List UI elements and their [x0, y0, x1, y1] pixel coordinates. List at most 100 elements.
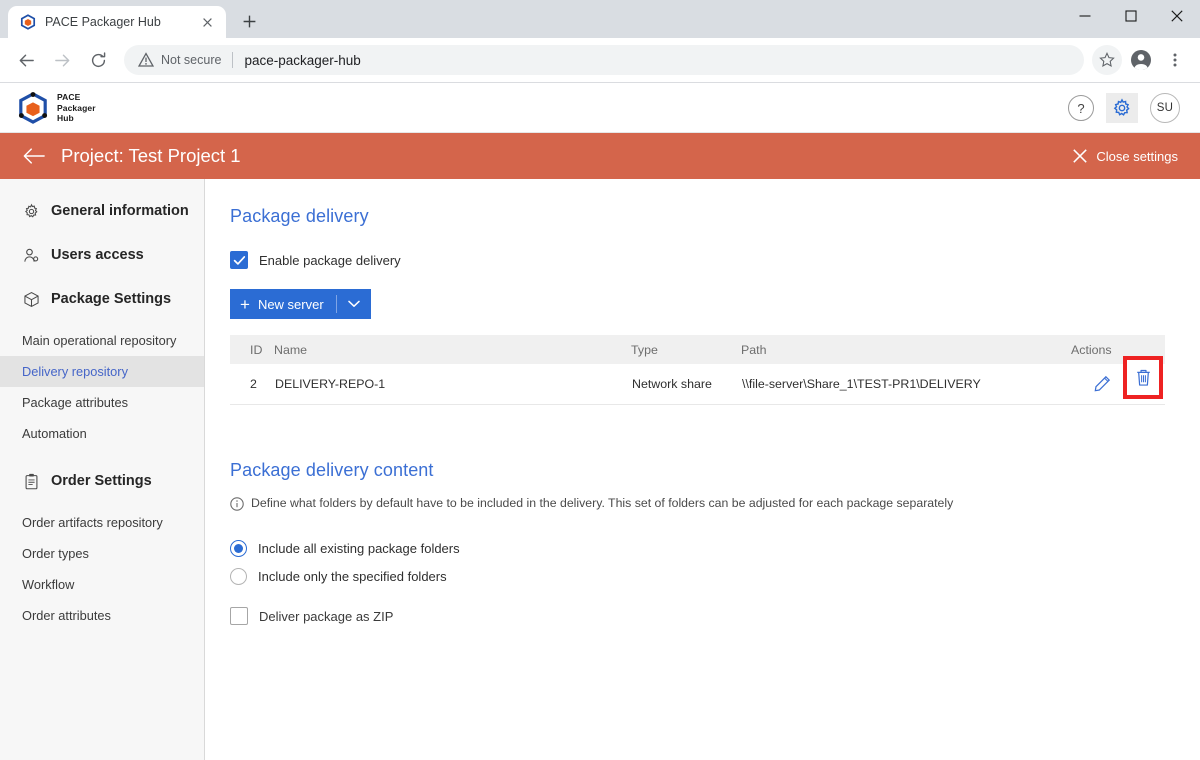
sidebar-item-label: Main operational repository — [22, 333, 177, 348]
app-header: PACE Packager Hub ? SU — [0, 84, 1200, 133]
sidebar-item-label: Automation — [22, 426, 87, 441]
brand-text: PACE Packager Hub — [57, 92, 96, 124]
browser-menu-icon[interactable] — [1160, 45, 1190, 75]
column-header-type[interactable]: Type — [631, 335, 741, 364]
sidebar-item-label: Package attributes — [22, 395, 128, 410]
forward-button[interactable] — [46, 44, 78, 76]
help-button[interactable]: ? — [1068, 95, 1094, 121]
brand-line-2: Packager — [57, 102, 96, 113]
cell-path: \\file-server\Share_1\TEST-PR1\DELIVERY — [741, 364, 1071, 405]
sidebar-group-label: Users access — [51, 247, 144, 263]
maximize-button[interactable] — [1108, 0, 1154, 32]
tab-close-icon[interactable] — [198, 13, 216, 31]
table-row[interactable]: 2 DELIVERY-REPO-1 Network share \\file-s… — [230, 356, 1165, 405]
chevron-down-icon[interactable] — [347, 300, 360, 308]
package-delivery-title: Package delivery — [230, 206, 369, 226]
delete-row-button[interactable] — [1123, 374, 1143, 394]
sidebar-item-label: Workflow — [22, 577, 75, 592]
profile-avatar-icon[interactable] — [1126, 45, 1156, 75]
radio-include-all[interactable] — [230, 539, 247, 557]
radio-include-specified[interactable] — [230, 567, 247, 585]
security-status-label: Not secure — [161, 53, 222, 67]
avatar-initials: SU — [1156, 102, 1174, 114]
settings-content: Package delivery Enable package delivery… — [205, 179, 1200, 760]
sidebar-item-label: Delivery repository — [22, 364, 128, 379]
pencil-icon — [1094, 376, 1110, 392]
sidebar-item-users-access[interactable]: Users access — [0, 237, 204, 273]
settings-button[interactable] — [1106, 93, 1138, 123]
page-title: Project: Test Project 1 — [61, 145, 241, 166]
sidebar-group-label: Order Settings — [51, 473, 152, 489]
sidebar-item-package-settings[interactable]: Package Settings — [0, 281, 204, 317]
sidebar-item-delivery-repository[interactable]: Delivery repository — [0, 356, 204, 387]
sidebar-item-order-artifacts-repository[interactable]: Order artifacts repository — [0, 507, 204, 538]
new-server-label: New server — [257, 296, 324, 312]
url-text: pace-packager-hub — [244, 52, 361, 68]
radio-include-all-row[interactable]: Include all existing package folders — [230, 536, 1165, 560]
column-header-id[interactable]: ID — [230, 335, 274, 364]
reload-button[interactable] — [82, 44, 114, 76]
window-controls — [1062, 0, 1200, 32]
banner-back-button[interactable] — [22, 144, 46, 168]
sidebar-item-order-settings[interactable]: Order Settings — [0, 463, 204, 499]
sidebar-item-package-attributes[interactable]: Package attributes — [0, 387, 204, 418]
brand: PACE Packager Hub — [18, 92, 96, 124]
enable-package-delivery-checkbox[interactable] — [230, 251, 248, 269]
column-header-actions: Actions — [1071, 335, 1165, 364]
row-actions — [1072, 374, 1149, 394]
brand-line-1: PACE — [57, 91, 81, 102]
gear-icon — [1113, 98, 1130, 116]
pace-cube-favicon — [20, 14, 36, 30]
sidebar-item-label: Order artifacts repository — [22, 515, 163, 530]
clipboard-icon — [22, 472, 40, 490]
sidebar-item-general-information[interactable]: General information — [0, 193, 204, 229]
close-window-button[interactable] — [1154, 0, 1200, 32]
users-icon — [22, 246, 40, 264]
settings-sidebar: General information Users access Package… — [0, 179, 205, 760]
package-delivery-content-title: Package delivery content — [230, 459, 434, 480]
bookmark-star-icon[interactable] — [1092, 45, 1122, 75]
browser-toolbar: Not secure pace-packager-hub — [0, 38, 1200, 83]
package-delivery-content-section: Package delivery content Define what fol… — [230, 460, 1165, 626]
gear-icon — [22, 202, 40, 220]
sidebar-item-order-attributes[interactable]: Order attributes — [0, 600, 204, 631]
sidebar-item-main-operational-repository[interactable]: Main operational repository — [0, 325, 204, 356]
column-header-path[interactable]: Path — [741, 335, 1071, 364]
cell-type: Network share — [631, 364, 741, 405]
cell-actions — [1071, 356, 1165, 405]
new-server-button[interactable]: + New server — [230, 289, 371, 319]
sidebar-group-label: General information — [51, 203, 189, 219]
enable-package-delivery-row[interactable]: Enable package delivery — [230, 251, 1165, 269]
close-settings-label: Close settings — [1096, 148, 1178, 164]
sidebar-item-automation[interactable]: Automation — [0, 418, 204, 449]
avatar[interactable]: SU — [1150, 93, 1180, 123]
minimize-button[interactable] — [1062, 0, 1108, 32]
edit-row-button[interactable] — [1092, 374, 1112, 394]
sidebar-item-order-types[interactable]: Order types — [0, 538, 204, 569]
cube-icon — [22, 290, 40, 308]
sidebar-item-workflow[interactable]: Workflow — [0, 569, 204, 600]
plus-icon: + — [240, 294, 250, 314]
table-header-row: ID Name Type Path Actions — [230, 335, 1165, 364]
delivery-servers-table: ID Name Type Path Actions 2 DELIVERY-REP… — [230, 335, 1165, 405]
address-bar[interactable]: Not secure pace-packager-hub — [124, 45, 1084, 75]
browser-tab[interactable]: PACE Packager Hub — [8, 6, 226, 38]
cell-name: DELIVERY-REPO-1 — [274, 364, 631, 405]
sidebar-group-label: Package Settings — [51, 291, 172, 307]
question-mark-icon: ? — [1077, 100, 1085, 116]
hint-text: Define what folders by default have to b… — [251, 495, 954, 510]
browser-window: PACE Packager Hub Not secure pace-packag… — [0, 0, 1200, 760]
deliver-as-zip-checkbox[interactable] — [230, 607, 248, 626]
pace-cube-logo — [18, 92, 48, 124]
close-settings-button[interactable]: Close settings — [1073, 149, 1178, 164]
radio-include-specified-row[interactable]: Include only the specified folders — [230, 564, 1165, 588]
deliver-as-zip-row[interactable]: Deliver package as ZIP — [230, 607, 1165, 626]
brand-line-3: Hub — [57, 113, 74, 124]
column-header-name[interactable]: Name — [274, 335, 631, 364]
sidebar-item-label: Order attributes — [22, 608, 111, 623]
deliver-as-zip-label: Deliver package as ZIP — [259, 608, 394, 624]
back-button[interactable] — [10, 44, 42, 76]
new-tab-button[interactable] — [234, 6, 264, 36]
hint-row: Define what folders by default have to b… — [230, 496, 1165, 512]
enable-package-delivery-label: Enable package delivery — [259, 252, 401, 268]
